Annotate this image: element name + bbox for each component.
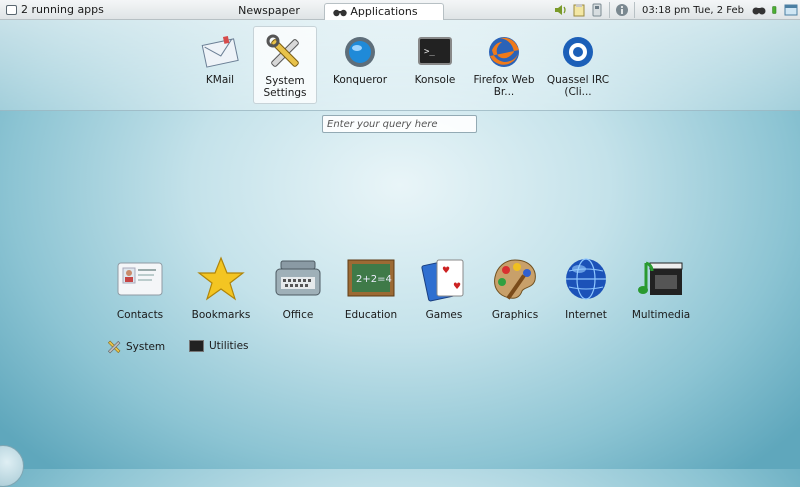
category-label: Internet [565,309,607,321]
category-contacts[interactable]: Contacts [102,255,178,321]
palette-icon [494,259,536,300]
chalkboard-icon: 2+2=4 [347,259,395,297]
favorites-strip: KMail System Settings Konqueror >_ Konso… [0,20,800,111]
terminal-icon [189,340,204,352]
quassel-icon [563,37,593,67]
system-settings-icon [266,34,299,67]
tab-applications-label: Applications [350,5,418,18]
category-multimedia[interactable]: Multimedia [623,255,699,321]
search-input[interactable] [322,115,477,133]
category-graphics[interactable]: Graphics [477,255,553,321]
usb-icon[interactable] [590,3,604,17]
multimedia-icon [638,261,683,295]
clock[interactable]: 03:18 pm Tue, 2 Feb [642,5,744,16]
globe-icon [566,258,606,300]
favorite-konsole[interactable]: >_ Konsole [403,26,467,104]
running-apps-label: 2 running apps [21,3,104,16]
svg-text:♥: ♥ [453,282,461,292]
category-label: Bookmarks [191,309,251,321]
category-label: Contacts [116,309,164,321]
typewriter-icon [275,260,321,296]
battery-icon[interactable] [772,3,780,17]
category-label: Graphics [491,309,539,321]
favorite-system-settings[interactable]: System Settings [253,26,317,104]
category-label: Multimedia [631,309,691,321]
system-tray: 03:18 pm Tue, 2 Feb [552,0,800,20]
binoculars-icon[interactable] [750,3,768,17]
svg-text:2+2=4: 2+2=4 [356,274,392,285]
tray-separator [634,2,636,18]
tab-newspaper-label: Newspaper [238,4,300,17]
category-bookmarks[interactable]: Bookmarks [183,255,259,321]
category-games[interactable]: ♥ ♥ Games [406,255,482,321]
favorite-label: Konqueror [332,74,388,86]
category-utilities[interactable]: Utilities [189,340,249,352]
favorite-firefox[interactable]: Firefox Web Br... [472,26,536,104]
konsole-icon: >_ [418,37,452,65]
konqueror-icon [345,37,375,67]
favorite-label: Konsole [414,74,456,86]
category-label: Games [425,309,463,321]
category-office[interactable]: Office [260,255,336,321]
category-internet[interactable]: Internet [548,255,624,321]
favorite-konqueror[interactable]: Konqueror [328,26,392,104]
favorite-label: KMail [205,74,235,86]
plasma-cashew-corner[interactable] [0,445,24,487]
top-panel: 2 running apps Newspaper Applications 03… [0,0,800,20]
tab-applications[interactable]: Applications [324,3,444,20]
star-icon [197,256,245,301]
category-label: Utilities [209,340,249,352]
tools-icon [107,340,121,354]
window-icon [6,4,17,15]
favorite-kmail[interactable]: KMail [188,26,252,104]
running-apps-button[interactable]: 2 running apps [6,3,104,16]
favorite-label: Quassel IRC (Cli... [546,74,610,98]
favorite-label: Firefox Web Br... [473,74,535,98]
svg-text:>_: >_ [424,47,435,57]
category-education[interactable]: 2+2=4 Education [333,255,409,321]
category-system[interactable]: System [107,340,165,354]
svg-text:♥: ♥ [442,266,450,276]
firefox-icon [489,37,519,67]
category-label: System [126,341,166,353]
favorite-quassel[interactable]: Quassel IRC (Cli... [546,26,610,104]
windows-icon[interactable] [784,3,798,17]
category-label: Education [344,309,398,321]
volume-icon[interactable] [554,3,568,17]
contacts-icon [117,262,163,296]
tab-newspaper[interactable]: Newspaper [214,3,324,20]
tray-separator [609,2,611,18]
kmail-icon [201,36,239,68]
category-label: Office [282,309,314,321]
info-icon[interactable] [615,3,629,17]
playing-cards-icon: ♥ ♥ [421,259,464,302]
clipboard-icon[interactable] [572,3,586,17]
favorite-label: System Settings [263,75,307,99]
